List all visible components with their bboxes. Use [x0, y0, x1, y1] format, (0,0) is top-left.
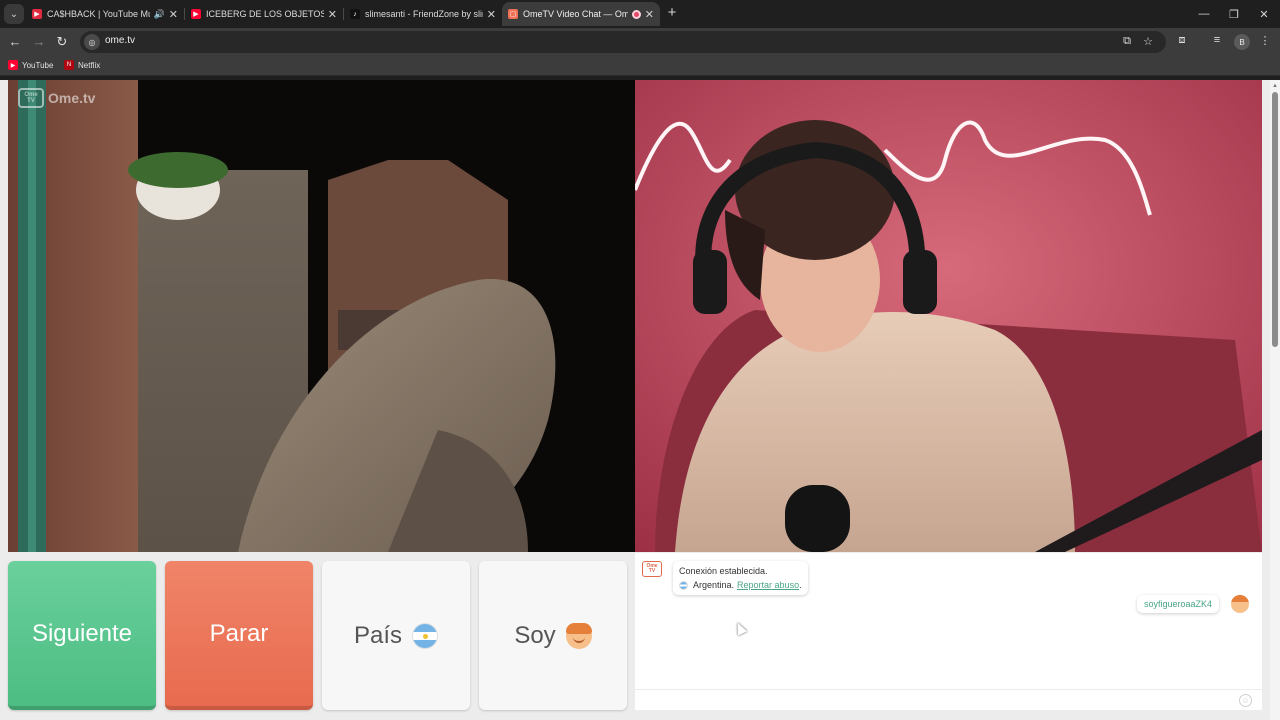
tiktok-icon: ♪ — [350, 9, 360, 19]
media-controls-icon[interactable]: ≡ — [1209, 34, 1225, 46]
stop-button-label: Parar — [209, 619, 269, 647]
argentina-flag-icon — [679, 580, 688, 590]
tab-title: ICEBERG DE LOS OBJETOS PERDIDOS — [206, 9, 324, 19]
minimize-icon[interactable]: — — [1188, 0, 1220, 28]
site-info-icon[interactable]: ◎ — [84, 34, 100, 50]
bookmark-youtube[interactable]: ▶ YouTube — [8, 60, 53, 70]
ometv-logo-text: Ome.tv — [48, 90, 96, 106]
self-video-frame — [635, 80, 1262, 552]
tab-tiktok[interactable]: ♪ slimesanti - FriendZone by slimesanti … — [344, 2, 502, 26]
close-window-icon[interactable]: ✕ — [1248, 0, 1280, 28]
close-tab-icon[interactable]: ✕ — [328, 8, 337, 21]
system-message: Conexión establecida. Argentina. Reporta… — [673, 561, 808, 595]
user-message: soyfigueroaaZK4 — [1137, 595, 1220, 613]
tab-title: OmeTV Video Chat — Omegle — [523, 9, 628, 19]
scroll-up-icon[interactable]: ▲ — [1272, 83, 1278, 89]
tab-cashback[interactable]: ▶ CA$HBACK | YouTube Music 🔊 ✕ — [26, 2, 184, 26]
bookmark-star-icon[interactable]: ☆ — [1141, 35, 1155, 48]
ometv-page: Ome TV Ome.tv Siguiente Parar País Soy O… — [0, 80, 1270, 720]
tab-iceberg[interactable]: ▶ ICEBERG DE LOS OBJETOS PERDIDOS ✕ — [185, 2, 343, 26]
cast-icon[interactable]: ⧉ — [1120, 35, 1134, 48]
user-avatar-icon — [1231, 595, 1249, 613]
url-text: ome.tv — [105, 35, 136, 46]
tab-title: slimesanti - FriendZone by slimesanti — [365, 9, 483, 19]
bookmark-label: Netflix — [78, 60, 101, 70]
boy-face-icon — [565, 622, 592, 649]
speaker-icon[interactable]: 🔊 — [154, 9, 165, 20]
connection-message: Conexión establecida. — [679, 566, 768, 576]
recording-icon — [631, 9, 641, 19]
bookmark-label: YouTube — [22, 60, 54, 70]
tab-search-chevron-icon[interactable]: ⌄ — [4, 4, 24, 24]
gender-button-label: Soy — [514, 621, 556, 649]
close-tab-icon[interactable]: ✕ — [645, 8, 654, 21]
netflix-icon: N — [64, 60, 74, 70]
address-bar[interactable]: ◎ ome.tv ⧉ ☆ — [80, 31, 1166, 53]
tab-ometv[interactable]: ▢ OmeTV Video Chat — Omegle ✕ — [502, 2, 660, 26]
report-link-suffix: . — [799, 580, 802, 590]
reload-icon[interactable]: ↻ — [54, 34, 70, 50]
page-scrollbar[interactable]: ▲ — [1270, 80, 1280, 720]
next-button[interactable]: Siguiente — [8, 561, 156, 710]
country-name: Argentina. — [693, 580, 735, 590]
ometv-logo-badge: Ome TV — [18, 88, 44, 108]
bookmarks-bar: ▶ YouTube N Netflix — [0, 56, 1280, 76]
stranger-video-frame — [8, 80, 635, 552]
profile-avatar[interactable]: B — [1234, 34, 1250, 50]
emoji-icon[interactable]: ☺ — [1239, 694, 1252, 707]
country-button[interactable]: País — [322, 561, 470, 710]
extensions-icon[interactable]: ⧈ — [1174, 34, 1190, 47]
ometv-logo: Ome TV Ome.tv — [18, 88, 95, 108]
ometv-icon: ▢ — [508, 9, 518, 19]
chat-input[interactable]: ☺ — [635, 689, 1262, 710]
menu-icon[interactable]: ⋮ — [1257, 34, 1273, 47]
close-tab-icon[interactable]: ✕ — [487, 8, 496, 21]
chat-panel: Ome TV Conexión establecida. Argentina. … — [635, 553, 1262, 710]
country-button-label: País — [353, 621, 403, 649]
back-icon[interactable]: ← — [7, 34, 23, 50]
scrollbar-thumb[interactable] — [1272, 92, 1278, 347]
stranger-video: Ome TV Ome.tv — [8, 80, 635, 552]
next-button-label: Siguiente — [31, 619, 133, 647]
country-line: Argentina. Reportar abuso. — [679, 578, 802, 592]
bookmark-netflix[interactable]: N Netflix — [64, 60, 100, 70]
browser-toolbar: ← → ↻ ◎ ome.tv ⧉ ☆ ⧈ ≡ ⋮ — [0, 28, 1280, 56]
argentina-flag-icon — [412, 622, 439, 649]
youtube-icon: ▶ — [191, 9, 201, 19]
forward-icon[interactable]: → — [31, 34, 47, 50]
report-abuse-link[interactable]: Reportar abuso — [737, 578, 799, 592]
tab-title: CA$HBACK | YouTube Music — [47, 9, 150, 19]
gender-button[interactable]: Soy — [479, 561, 627, 710]
new-tab-button[interactable]: + — [664, 5, 680, 21]
self-video — [635, 80, 1262, 552]
youtube-icon: ▶ — [8, 60, 18, 70]
youtube-music-icon: ▶ — [32, 9, 42, 19]
maximize-icon[interactable]: ❐ — [1218, 0, 1250, 28]
stop-button[interactable]: Parar — [165, 561, 313, 710]
tab-strip: ⌄ ▶ CA$HBACK | YouTube Music 🔊 ✕ ▶ ICEBE… — [0, 0, 1280, 28]
close-tab-icon[interactable]: ✕ — [169, 8, 178, 21]
ometv-system-icon: Ome TV — [642, 561, 662, 577]
